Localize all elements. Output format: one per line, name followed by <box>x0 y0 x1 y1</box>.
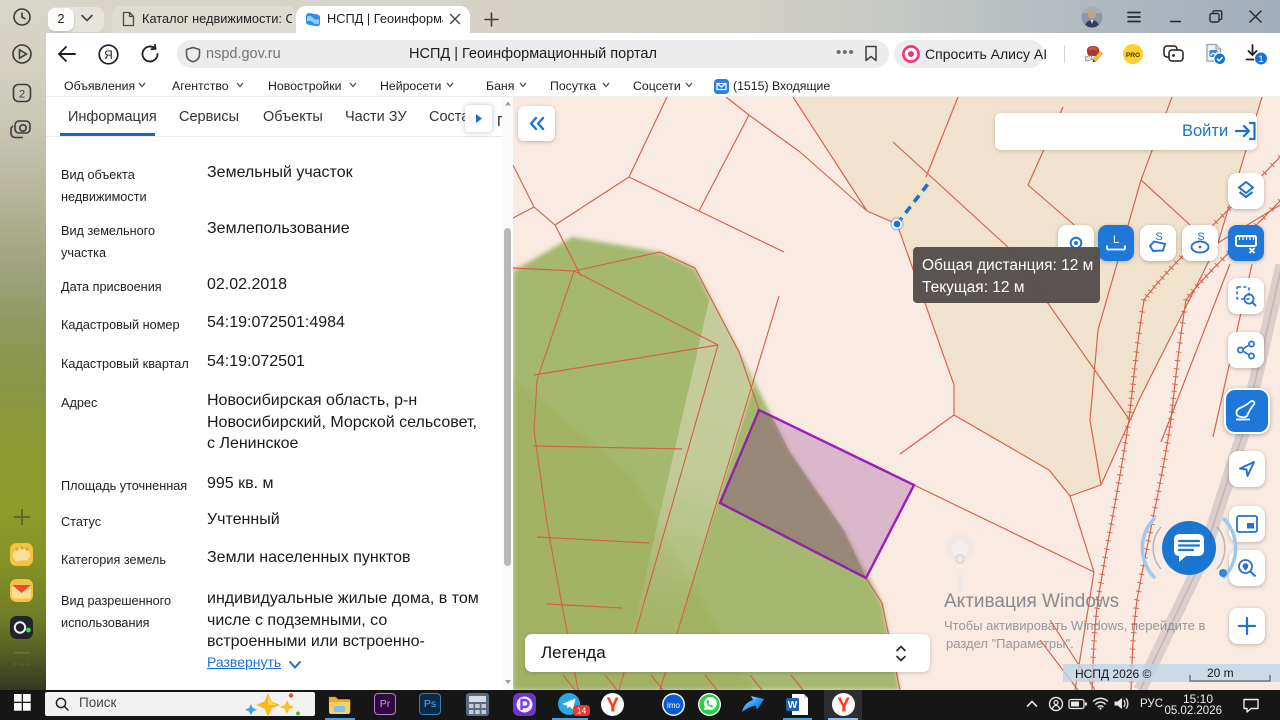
svg-text:PRO: PRO <box>1126 52 1140 59</box>
svg-text:Я: Я <box>104 48 113 62</box>
svg-text:W: W <box>788 700 798 711</box>
svg-text:1: 1 <box>1258 54 1263 65</box>
svg-text:imo: imo <box>667 701 680 710</box>
svg-text:14: 14 <box>577 706 587 716</box>
svg-text:L: L <box>1113 234 1119 246</box>
svg-text:2: 2 <box>19 89 25 101</box>
